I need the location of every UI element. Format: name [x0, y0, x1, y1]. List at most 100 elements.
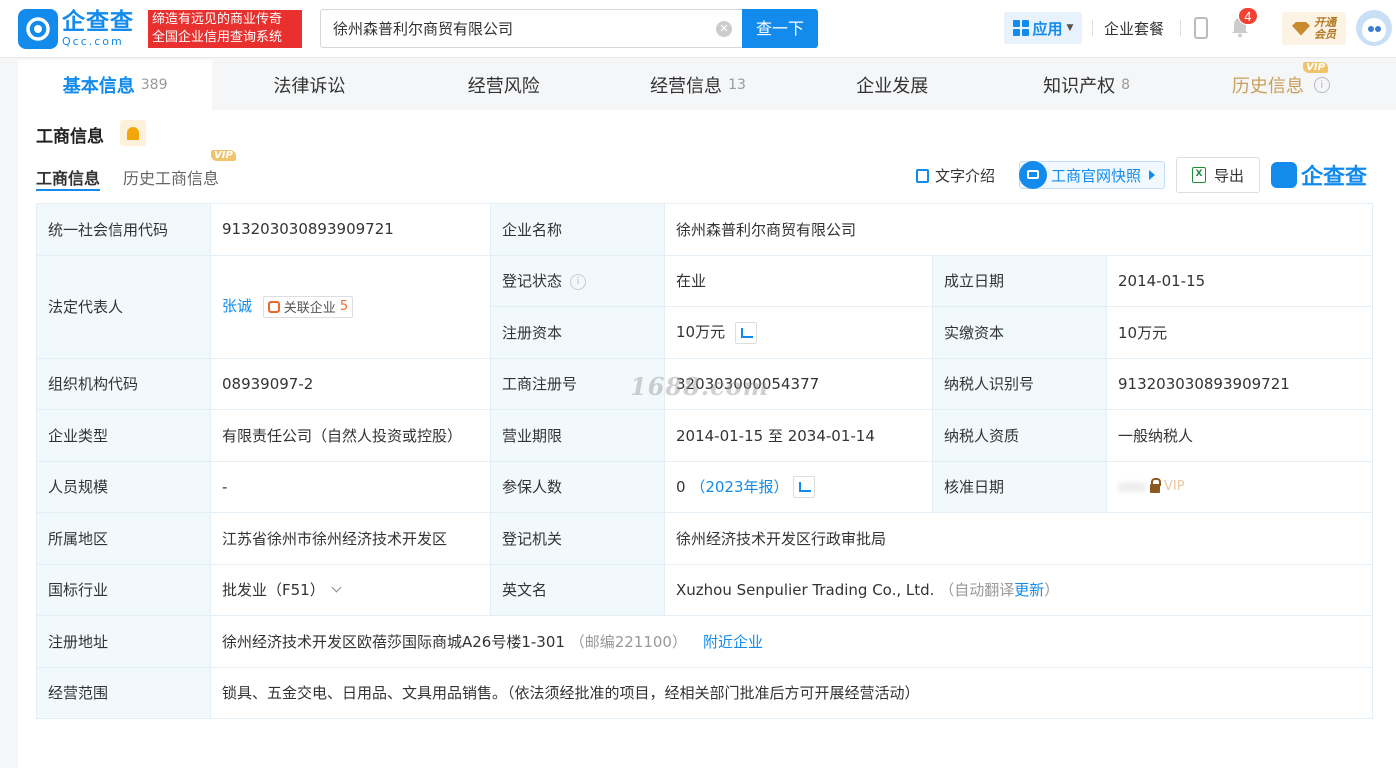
related-label: 关联企业 — [283, 301, 336, 317]
caret-down-icon: ▼ — [1066, 23, 1074, 33]
document-icon — [916, 168, 929, 183]
scope-value: 锁具、五金交电、日用品、文具用品销售。（依法须经批准的项目，经相关部门批准后方可… — [210, 666, 1373, 719]
business-info-panel: 工商信息 工商信息 历史工商信息 VIP 文字介绍 工商官网快照 X 导出 企查查… — [18, 110, 1396, 768]
table-row: 经营范围 锁具、五金交电、日用品、文具用品销售。（依法须经批准的项目，经相关部门… — [36, 666, 1373, 719]
founded-label: 成立日期 — [932, 254, 1107, 307]
vip-locked-text: VIP — [1164, 479, 1185, 495]
table-row: 统一社会信用代码 913203030893909721 企业名称 徐州森普利尔商… — [36, 203, 1373, 256]
subtab-history-business-info[interactable]: 历史工商信息 — [123, 165, 219, 189]
mobile-phone-icon[interactable] — [1194, 17, 1208, 39]
auto-translate-suffix: ） — [1044, 581, 1060, 600]
industry-value: 批发业（F51） — [222, 581, 325, 600]
main-tabs: 基本信息 389 法律诉讼 经营风险 经营信息 13 企业发展 知识产权 8 历史信息… — [18, 60, 1378, 110]
clear-icon[interactable]: ✕ — [716, 21, 732, 37]
approved-cell[interactable]: VIP — [1106, 460, 1373, 513]
vip-diamond-icon — [1292, 21, 1310, 36]
snapshot-icon — [1019, 160, 1047, 189]
subtab-underline — [36, 189, 100, 191]
slogan-banner: 缔造有远见的商业传奇 全国企业信用查询系统 — [148, 10, 302, 48]
bell-icon — [127, 126, 139, 140]
logo-en: Qcc.com — [62, 35, 124, 48]
app-menu-button[interactable]: 应用 ▼ — [1004, 12, 1082, 44]
app-menu-label: 应用 — [1032, 19, 1063, 38]
info-icon[interactable]: i — [1313, 77, 1330, 93]
company-type-label: 企业类型 — [36, 409, 211, 462]
paid-capital-label: 实缴资本 — [932, 306, 1107, 359]
tab-label: 经营信息 — [650, 76, 723, 97]
tab-label: 基本信息 — [62, 76, 135, 97]
vip-tag: VIP — [1303, 62, 1328, 73]
founded-value: 2014-01-15 — [1106, 254, 1373, 307]
reg-status-label: 登记状态 — [502, 272, 563, 291]
search-input[interactable] — [333, 19, 703, 38]
grid-icon — [1012, 20, 1029, 36]
reg-status-value: 在业 — [664, 254, 933, 307]
text-intro-button[interactable]: 文字介绍 — [916, 165, 995, 186]
user-avatar[interactable] — [1356, 10, 1392, 46]
credit-code-label: 统一社会信用代码 — [36, 203, 211, 256]
subscribe-bell-button[interactable] — [120, 120, 146, 146]
staff-size-value: - — [210, 460, 491, 513]
subtab-business-info[interactable]: 工商信息 — [36, 165, 100, 189]
trend-chart-icon[interactable] — [792, 476, 815, 498]
export-label: 导出 — [1213, 166, 1244, 185]
related-companies-button[interactable]: 关联企业 5 — [262, 295, 354, 318]
tab-legal[interactable]: 法律诉讼 — [212, 60, 406, 110]
region-value: 江苏省徐州市徐州经济技术开发区 — [210, 512, 491, 565]
tab-basic-info[interactable]: 基本信息 389 — [18, 60, 213, 110]
snapshot-label: 工商官网快照 — [1051, 166, 1142, 185]
open-vip-button[interactable]: 开通 会员 — [1282, 12, 1346, 45]
vip-tag: VIP — [211, 150, 236, 161]
slogan-line-1: 缔造有远见的商业传奇 — [152, 12, 283, 27]
tab-history[interactable]: 历史信息 i VIP — [1184, 60, 1378, 110]
table-row: 注册地址 徐州经济技术开发区欧蓓莎国际商城A26号楼1-301 （邮编22110… — [36, 615, 1373, 668]
enterprise-suite-link[interactable]: 企业套餐 — [1104, 18, 1164, 39]
scope-label: 经营范围 — [36, 666, 211, 719]
taxpayer-id-value: 913203030893909721 — [1106, 357, 1373, 410]
tab-ip[interactable]: 知识产权 8 — [989, 60, 1183, 110]
term-label: 营业期限 — [490, 409, 665, 462]
tab-operation[interactable]: 经营信息 13 — [601, 60, 795, 110]
qcc-logo-icon — [18, 9, 58, 49]
search-button[interactable]: 查一下 — [742, 9, 818, 48]
org-code-value: 08939097-2 — [210, 357, 491, 410]
paid-capital-value: 10万元 — [1106, 306, 1373, 359]
info-icon[interactable]: i — [570, 273, 587, 290]
lock-icon — [1150, 477, 1161, 493]
section-title: 工商信息 — [36, 127, 104, 147]
related-icon — [267, 300, 280, 313]
translate-update-link[interactable]: 更新 — [1014, 581, 1044, 599]
industry-cell[interactable]: 批发业（F51） — [210, 563, 491, 616]
chevron-down-icon — [331, 582, 342, 593]
insured-year-link[interactable]: （2023年报） — [690, 478, 788, 496]
org-code-label: 组织机构代码 — [36, 357, 211, 410]
tab-development[interactable]: 企业发展 — [795, 60, 989, 110]
reg-capital-value: 10万元 — [676, 323, 726, 341]
english-name-cell: Xuzhou Senpulier Trading Co., Ltd. （自动翻译… — [664, 563, 1373, 616]
taxpayer-qual-label: 纳税人资质 — [932, 409, 1107, 462]
logo-cn: 企查查 — [62, 9, 134, 35]
text-intro-label: 文字介绍 — [935, 167, 996, 185]
tab-count: 8 — [1121, 77, 1130, 93]
excel-icon: X — [1191, 167, 1206, 183]
legal-rep-cell: 张诚 关联企业 5 — [210, 254, 491, 359]
table-row: 国标行业 批发业（F51） 英文名 Xuzhou Senpulier Tradi… — [36, 563, 1373, 616]
divider — [1092, 20, 1093, 36]
address-cell: 徐州经济技术开发区欧蓓莎国际商城A26号楼1-301 （邮编221100） 附近企… — [210, 615, 1373, 668]
taxpayer-qual-value: 一般纳税人 — [1106, 409, 1373, 462]
nearby-companies-link[interactable]: 附近企业 — [703, 633, 763, 651]
export-button[interactable]: X 导出 — [1176, 157, 1260, 193]
qcc-brand-logo: 企查查 — [1271, 159, 1367, 191]
company-type-value: 有限责任公司（自然人投资或控股） — [210, 409, 491, 462]
address-value: 徐州经济技术开发区欧蓓莎国际商城A26号楼1-301 — [222, 632, 565, 651]
address-label: 注册地址 — [36, 615, 211, 668]
tab-count: 13 — [728, 77, 746, 93]
qcc-logo[interactable]: 企查查 Qcc.com — [18, 9, 134, 49]
tab-risk[interactable]: 经营风险 — [407, 60, 601, 110]
legal-rep-link[interactable]: 张诚 — [222, 297, 252, 315]
tab-label: 法律诉讼 — [273, 76, 346, 97]
english-name-label: 英文名 — [490, 563, 665, 616]
trend-chart-icon[interactable] — [735, 321, 758, 344]
brand-text: 企查查 — [1301, 165, 1368, 190]
official-snapshot-button[interactable]: 工商官网快照 — [1019, 160, 1165, 189]
